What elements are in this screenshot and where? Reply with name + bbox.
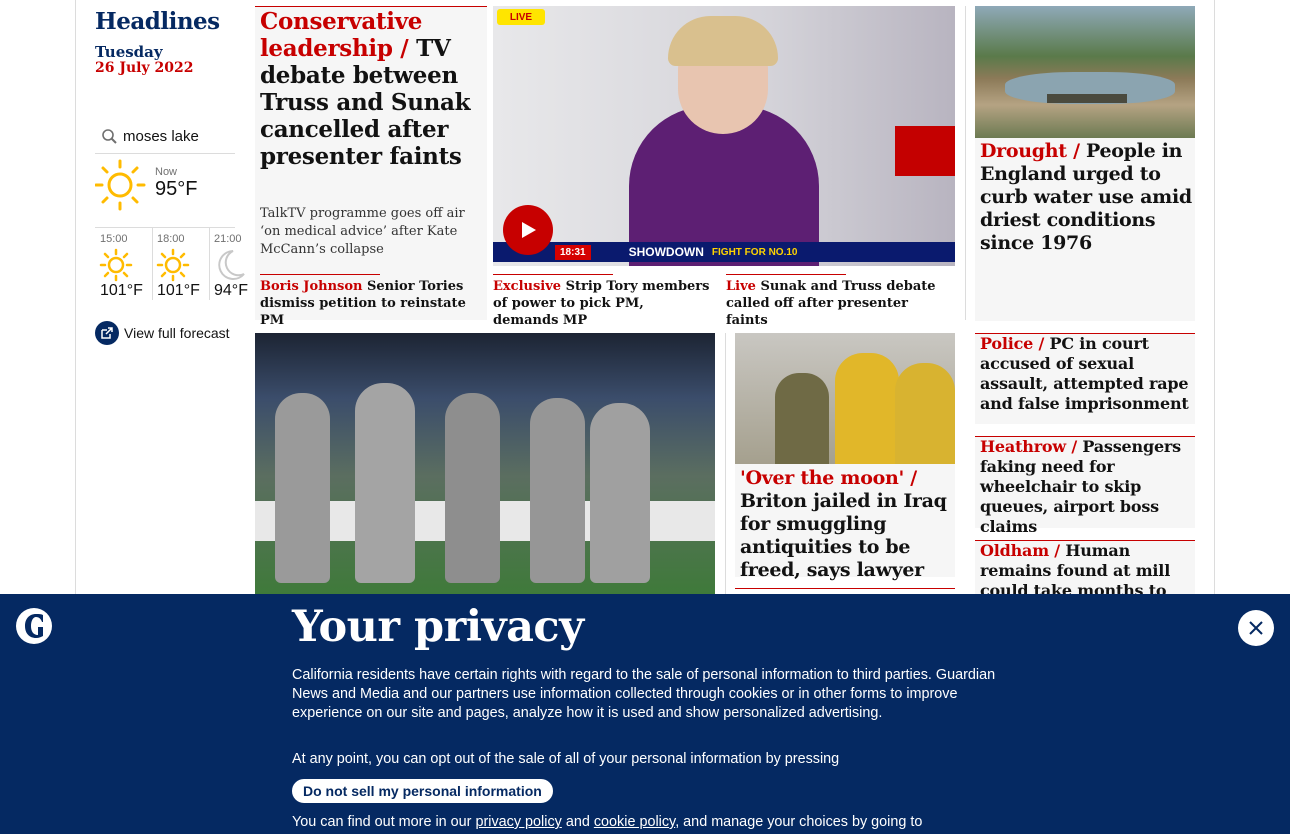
- sublink[interactable]: Boris Johnson Senior Tories dismiss peti…: [260, 278, 480, 329]
- forecast-temp: 101°F: [157, 282, 200, 299]
- hourly-forecast: 15:00 101°F 18:00 101°F 21:00 94°F: [95, 228, 255, 300]
- play-icon: [522, 222, 536, 238]
- privacy-more-suffix: , and manage your choices by going to: [675, 814, 923, 830]
- video-logo-panel: [895, 126, 955, 176]
- divider: [735, 588, 955, 589]
- police-headline-block[interactable]: Police / PC in court accused of sexual a…: [980, 334, 1192, 414]
- video-time: 18:31: [555, 244, 591, 260]
- forecast-temp: 94°F: [214, 282, 248, 299]
- iraq-headline: Briton jailed in Iraq for smuggling anti…: [740, 490, 947, 581]
- forecast-time: 21:00: [214, 233, 242, 245]
- heathrow-story-card[interactable]: Heathrow / Passengers faking need for wh…: [975, 436, 1195, 536]
- football-image[interactable]: [255, 333, 715, 594]
- sublink-kicker: Live: [726, 279, 756, 294]
- privacy-more: You can find out more in our privacy pol…: [292, 814, 922, 830]
- sublink-kicker: Exclusive: [493, 279, 562, 294]
- forecast-time: 18:00: [157, 233, 185, 245]
- weather-now: Now 95°F: [95, 156, 235, 228]
- divider: [260, 274, 380, 275]
- weather-location[interactable]: moses lake: [123, 128, 199, 145]
- now-temperature: 95°F: [155, 178, 198, 200]
- weekday: Tuesday: [95, 43, 163, 61]
- view-full-forecast-link[interactable]: View full forecast: [95, 321, 230, 345]
- player-figure: [355, 383, 415, 583]
- video-ticker: 18:31 SHOWDOWN FIGHT FOR NO.10: [493, 242, 955, 262]
- court-image: [735, 333, 955, 464]
- weather-location-search[interactable]: moses lake: [95, 120, 235, 154]
- police-kicker: Police /: [980, 334, 1045, 353]
- date: 26 July 2022: [95, 60, 194, 76]
- forecast-item: 18:00 101°F: [152, 228, 208, 300]
- iraq-kicker: 'Over the moon' /: [740, 467, 917, 489]
- officer-figure: [775, 373, 829, 464]
- video-ticker-text: SHOWDOWN: [628, 245, 704, 259]
- divider: [255, 6, 487, 7]
- privacy-more-prefix: You can find out more in our: [292, 814, 472, 830]
- now-label: Now: [155, 166, 178, 178]
- do-not-sell-button[interactable]: Do not sell my personal information: [292, 779, 553, 803]
- sun-icon: [95, 159, 146, 211]
- forecast-item: 15:00 101°F: [95, 228, 151, 300]
- guardian-logo-icon: [16, 608, 52, 644]
- privacy-body: California residents have certain rights…: [292, 667, 996, 721]
- drought-headline-block[interactable]: Drought / People in England urged to cur…: [980, 140, 1192, 255]
- full-forecast-label: View full forecast: [124, 325, 230, 341]
- privacy-banner: Your privacy California residents have c…: [0, 594, 1290, 834]
- divider: [726, 274, 846, 275]
- sun-icon: [156, 248, 190, 282]
- divider: [725, 333, 726, 594]
- player-figure: [530, 398, 585, 583]
- privacy-policy-link[interactable]: privacy policy: [475, 814, 561, 830]
- player-figure: [590, 403, 650, 583]
- play-button[interactable]: [503, 205, 553, 255]
- close-banner-button[interactable]: [1238, 610, 1274, 646]
- player-figure: [445, 393, 500, 583]
- drought-story-card[interactable]: Drought / People in England urged to cur…: [975, 6, 1195, 321]
- live-badge: LIVE: [497, 9, 545, 25]
- player-figure: [275, 393, 330, 583]
- drought-kicker: Drought /: [980, 140, 1080, 162]
- reservoir-image: [975, 6, 1195, 138]
- forecast-temp: 101°F: [100, 282, 143, 299]
- sun-icon: [99, 248, 133, 282]
- lead-video[interactable]: LIVE 18:31 SHOWDOWN FIGHT FOR NO.10: [493, 6, 955, 266]
- police-story-card[interactable]: Police / PC in court accused of sexual a…: [975, 333, 1195, 424]
- defendant-figure: [835, 353, 899, 464]
- forecast-time: 15:00: [100, 233, 128, 245]
- lead-standfirst: TalkTV programme goes off air ‘on medica…: [260, 206, 465, 257]
- search-icon: [102, 128, 117, 144]
- sublink[interactable]: Exclusive Strip Tory members of power to…: [493, 278, 713, 329]
- divider: [965, 6, 966, 320]
- close-icon: [1249, 621, 1263, 635]
- oldham-kicker: Oldham /: [980, 541, 1060, 560]
- external-link-icon: [95, 321, 119, 345]
- privacy-optout-text: At any point, you can opt out of the sal…: [292, 751, 840, 767]
- cookie-policy-link[interactable]: cookie policy: [594, 814, 675, 830]
- lead-story-card[interactable]: Conservative leadership / TV debate betw…: [255, 6, 487, 320]
- sublink[interactable]: Live Sunak and Truss debate called off a…: [726, 278, 946, 329]
- video-ticker-sub: FIGHT FOR NO.10: [711, 246, 798, 258]
- section-title: Headlines: [95, 8, 220, 35]
- iraq-headline-block[interactable]: 'Over the moon' / Briton jailed in Iraq …: [740, 467, 952, 582]
- heathrow-kicker: Heathrow /: [980, 437, 1077, 456]
- sublink-kicker: Boris Johnson: [260, 279, 363, 294]
- defendant-figure: [895, 363, 955, 464]
- moon-icon: [218, 250, 245, 280]
- iraq-story-card[interactable]: 'Over the moon' / Briton jailed in Iraq …: [735, 333, 955, 581]
- privacy-title: Your privacy: [292, 602, 584, 652]
- sublink-text: Sunak and Truss debate called off after …: [726, 279, 936, 328]
- bridge-shape: [1047, 94, 1127, 103]
- divider: [493, 274, 613, 275]
- lead-kicker: Conservative leadership /: [260, 8, 423, 62]
- oldham-story-card[interactable]: Oldham / Human remains found at mill cou…: [975, 540, 1195, 620]
- heathrow-headline-block[interactable]: Heathrow / Passengers faking need for wh…: [980, 437, 1192, 537]
- lead-headline-block[interactable]: Conservative leadership / TV debate betw…: [260, 8, 482, 170]
- privacy-and: and: [565, 814, 590, 830]
